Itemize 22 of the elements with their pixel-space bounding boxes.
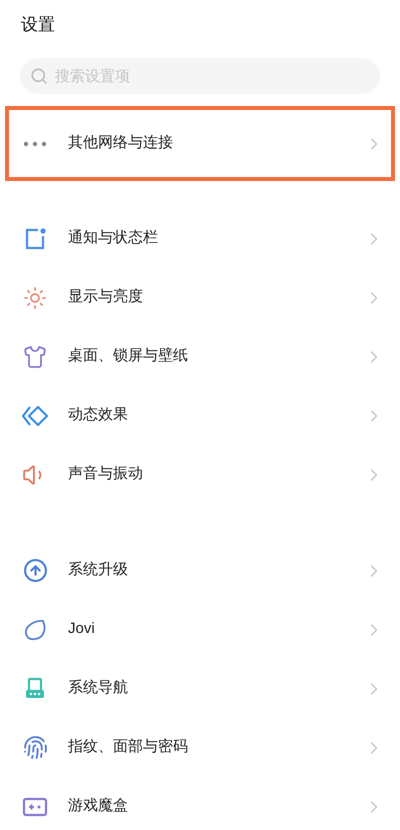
navigation-icon — [24, 676, 46, 700]
settings-item-label: Jovi — [68, 619, 96, 640]
settings-item-label: 指纹、面部与密码 — [68, 737, 189, 758]
gamepad-icon — [22, 796, 48, 816]
settings-item-label: 动态效果 — [68, 405, 129, 426]
more-icon — [23, 140, 47, 146]
diamond-icon — [21, 404, 49, 426]
settings-item-label: 系统导航 — [68, 678, 129, 698]
settings-item-label: 桌面、锁屏与壁纸 — [68, 346, 189, 366]
sun-icon — [23, 286, 47, 310]
settings-item-label: 通知与状态栏 — [68, 228, 159, 248]
shirt-icon — [23, 344, 47, 368]
notification-icon — [23, 226, 47, 250]
search-icon — [30, 67, 48, 85]
page-title: 设置 — [21, 14, 56, 36]
settings-item-label: 声音与振动 — [68, 464, 144, 484]
settings-item-label: 显示与亮度 — [68, 287, 144, 308]
upload-icon — [22, 558, 48, 583]
settings-item-label: 其他网络与连接 — [68, 133, 174, 154]
fingerprint-icon — [22, 735, 48, 760]
settings-item-label: 系统升级 — [68, 560, 129, 580]
settings-item-label: 游戏魔盒 — [68, 796, 129, 816]
